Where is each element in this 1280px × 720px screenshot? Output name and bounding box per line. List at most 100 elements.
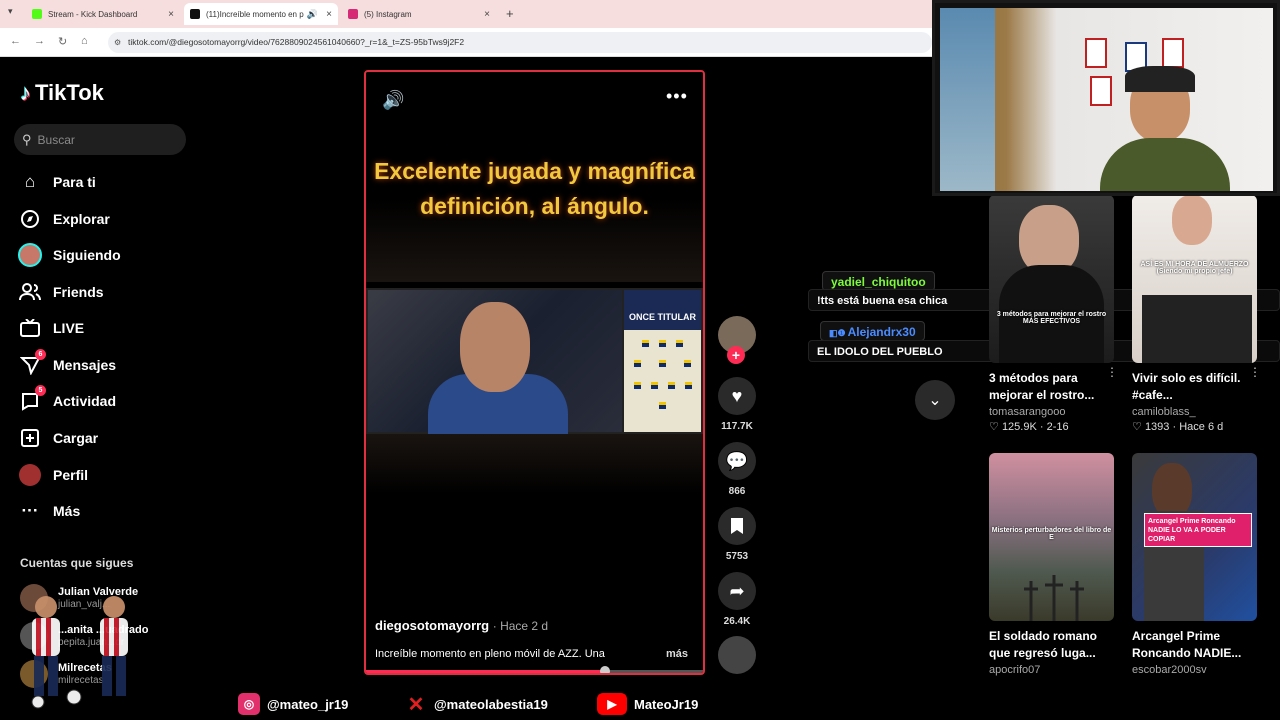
forward-icon[interactable]: → xyxy=(34,35,45,47)
speaker-icon[interactable]: 🔊 xyxy=(307,9,318,20)
author-handle[interactable]: diegosotomayorrg xyxy=(375,618,489,633)
home-icon: ⌂ xyxy=(24,172,36,191)
logo-text: TikTok xyxy=(35,80,104,105)
dj-controller xyxy=(1142,295,1252,363)
comment-action[interactable]: 💬 866 xyxy=(717,442,757,497)
more-icon: ··· xyxy=(21,501,39,520)
more-options-icon[interactable]: ••• xyxy=(666,86,688,107)
video-title[interactable]: El soldado romano que regresó luga... xyxy=(989,628,1109,662)
video-bottom-gradient xyxy=(366,434,703,494)
heart-icon[interactable]: ♥ xyxy=(718,377,756,415)
close-tab-icon[interactable]: × xyxy=(326,9,332,20)
video-title[interactable]: Arcangel Prime Roncando NADIE... xyxy=(1132,628,1252,662)
sidebar-item-siguiendo[interactable]: Siguiendo xyxy=(18,240,121,270)
share-count: 26.4K xyxy=(723,616,751,627)
social-instagram: ◎ @mateo_jr19 xyxy=(238,692,348,716)
video-player[interactable]: Excelente jugada y magnífica definición,… xyxy=(364,70,705,675)
social-handle: @mateolabestia19 xyxy=(434,696,548,712)
progress-fill xyxy=(366,670,606,673)
social-handle: @mateo_jr19 xyxy=(267,696,349,712)
search-icon: ⚲ xyxy=(22,131,32,147)
video-user[interactable]: tomasarangooo xyxy=(989,406,1114,418)
video-stats: ♡ 125.9K · 2-16 xyxy=(989,421,1069,433)
music-avatar[interactable] xyxy=(718,636,756,674)
recommended-video-card[interactable]: ASÍ ES MI HORA DE ALMUERZO (Siendo mi pr… xyxy=(1132,195,1261,433)
sidebar-item-perfil[interactable]: Perfil xyxy=(18,460,88,490)
search-input[interactable]: ⚲ Buscar xyxy=(14,124,186,155)
video-user[interactable]: escobar2000sv xyxy=(1132,664,1257,676)
tab-list-chevron-icon[interactable]: ▾ xyxy=(8,6,13,17)
sidebar-item-para-ti[interactable]: ⌂ Para ti xyxy=(18,167,96,197)
kebab-menu-icon[interactable]: ⋮ xyxy=(1249,365,1261,379)
following-section-title: Cuentas que sigues xyxy=(20,556,134,570)
sidebar-item-label: Mensajes xyxy=(53,357,117,373)
video-progress-bar[interactable] xyxy=(366,666,703,673)
recommended-video-card[interactable]: Arcangel Prime Roncando NADIE LO VA A PO… xyxy=(1132,453,1257,676)
video-frame: ONCE TITULAR xyxy=(366,288,703,434)
like-count: 1393 xyxy=(1144,421,1170,433)
tiktok-logo[interactable]: ♪ TikTok xyxy=(20,80,104,106)
save-action[interactable]: 5753 xyxy=(717,507,757,562)
live-icon xyxy=(18,316,42,340)
sidebar-item-actividad[interactable]: 5 Actividad xyxy=(18,385,116,416)
video-thumbnail[interactable]: Misterios perturbadores del libro de E xyxy=(989,453,1114,621)
lineup-player-icon xyxy=(676,340,683,347)
expand-description-button[interactable]: más xyxy=(666,648,688,660)
video-user[interactable]: apocrifo07 xyxy=(989,664,1114,676)
messages-icon: 6 xyxy=(18,349,46,377)
share-icon[interactable]: ➦ xyxy=(718,572,756,610)
home-icon[interactable]: ⌂ xyxy=(81,35,88,47)
video-author[interactable]: diegosotomayorrg · Hace 2 d xyxy=(375,618,548,633)
person-face xyxy=(460,302,530,392)
profile-avatar-icon xyxy=(18,463,42,487)
video-title[interactable]: 3 métodos para mejorar el rostro... xyxy=(989,370,1109,404)
like-action[interactable]: ♥ 117.7K xyxy=(717,377,757,432)
close-tab-icon[interactable]: × xyxy=(484,9,490,20)
video-title[interactable]: Vivir solo es difícil. #cafe... xyxy=(1132,370,1252,404)
sidebar-item-live[interactable]: LIVE xyxy=(18,313,84,343)
follow-plus-icon[interactable]: + xyxy=(727,346,745,364)
video-thumbnail[interactable]: Arcangel Prime Roncando NADIE LO VA A PO… xyxy=(1132,453,1257,621)
video-thumbnail[interactable]: ASÍ ES MI HORA DE ALMUERZO (Siendo mi pr… xyxy=(1132,195,1257,363)
scroll-down-button[interactable]: ⌄ xyxy=(915,380,955,420)
sidebar-item-friends[interactable]: Friends xyxy=(18,277,104,307)
volume-icon[interactable]: 🔊 xyxy=(382,90,404,111)
sidebar-item-label: Explorar xyxy=(53,211,110,227)
tab-instagram[interactable]: (5) Instagram × xyxy=(342,3,496,25)
sidebar-item-label: Para ti xyxy=(53,174,96,190)
video-user[interactable]: camiloblass_ xyxy=(1132,406,1257,418)
recommended-video-card[interactable]: Misterios perturbadores del libro de E E… xyxy=(989,453,1114,676)
url-input[interactable]: ⚙ tiktok.com/@diegosotomayorrg/video/762… xyxy=(108,32,932,53)
bookmark-icon[interactable] xyxy=(718,507,756,545)
share-action[interactable]: ➦ 26.4K xyxy=(717,572,757,627)
sidebar-item-mensajes[interactable]: 6 Mensajes xyxy=(18,349,117,380)
new-tab-button[interactable]: + xyxy=(506,6,514,21)
sidebar-item-explorar[interactable]: Explorar xyxy=(18,204,110,234)
activity-badge: 5 xyxy=(35,385,46,396)
chat-username-text: Alejandrx30 xyxy=(847,325,916,339)
tab-kick-dashboard[interactable]: Stream - Kick Dashboard × xyxy=(26,3,180,25)
comment-icon[interactable]: 💬 xyxy=(718,442,756,480)
sidebar-item-cargar[interactable]: Cargar xyxy=(18,423,98,453)
kebab-menu-icon[interactable]: ⋮ xyxy=(1106,365,1118,379)
recommended-video-card[interactable]: 3 métodos para mejorar el rostro MÁS EFE… xyxy=(989,195,1118,433)
reload-icon[interactable]: ↻ xyxy=(58,35,67,48)
sidebar-item-mas[interactable]: ··· Más xyxy=(18,496,81,526)
sidebar-item-label: Siguiendo xyxy=(53,247,121,263)
close-tab-icon[interactable]: × xyxy=(168,9,174,20)
tiktok-note-icon: ♪ xyxy=(20,80,31,105)
site-info-icon[interactable]: ⚙ xyxy=(114,32,121,53)
progress-handle[interactable] xyxy=(600,666,611,673)
tab-tiktok[interactable]: (11)Increíble momento en p 🔊 × xyxy=(184,3,338,25)
lineup-graphic: ONCE TITULAR xyxy=(624,290,701,432)
lineup-player-icon xyxy=(659,402,666,409)
back-icon[interactable]: ← xyxy=(10,35,21,47)
stream-mascot-overlay xyxy=(14,585,144,710)
lineup-player-icon xyxy=(634,382,641,389)
lineup-player-icon xyxy=(651,382,658,389)
compass-icon xyxy=(18,207,42,231)
thumbnail-caption: 3 métodos para mejorar el rostro MÁS EFE… xyxy=(996,311,1107,325)
video-thumbnail[interactable]: 3 métodos para mejorar el rostro MÁS EFE… xyxy=(989,195,1114,363)
activity-icon: 5 xyxy=(18,385,46,413)
lineup-title: ONCE TITULAR xyxy=(624,290,701,330)
